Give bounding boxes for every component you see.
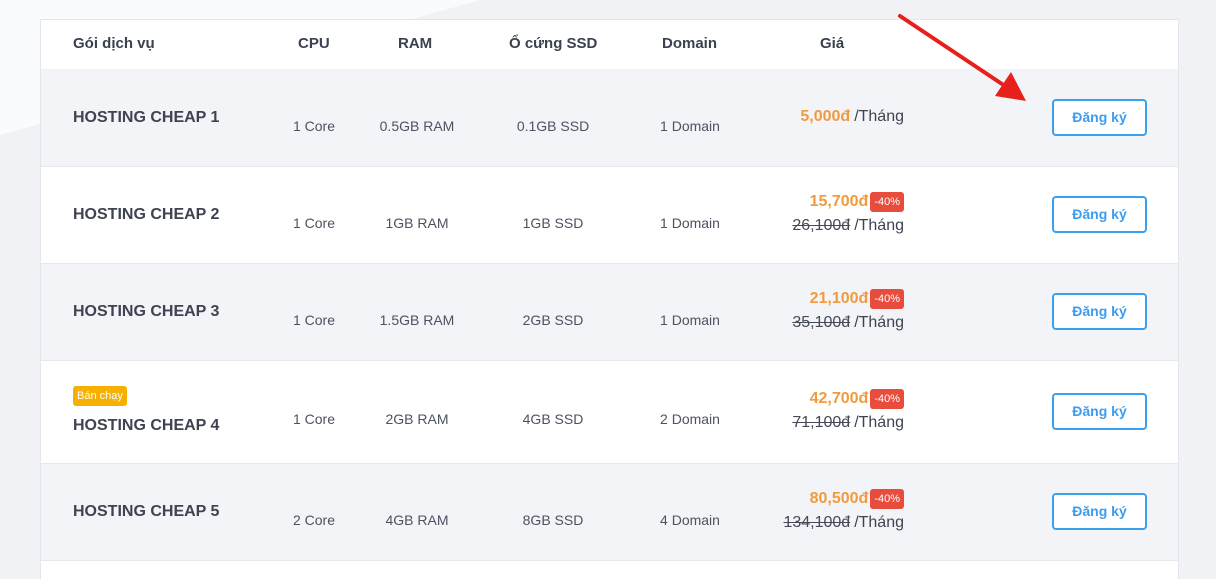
- price-box: 15,700đ -40% 26,100đ /Tháng: [792, 190, 904, 238]
- cpu-value: 1 Core: [292, 411, 336, 427]
- register-button[interactable]: Đăng ký: [1052, 493, 1147, 530]
- package-name: HOSTING CHEAP 3: [73, 303, 220, 320]
- price-unit: /Tháng: [854, 217, 904, 234]
- domain-value: 1 Domain: [660, 312, 720, 328]
- ssd-value: 8GB SSD: [522, 512, 584, 528]
- header-package: Gói dịch vụ: [73, 35, 155, 52]
- ram-value: 4GB RAM: [385, 512, 449, 528]
- domain-value: 1 Domain: [660, 118, 720, 134]
- register-button[interactable]: Đăng ký: [1052, 99, 1147, 136]
- price-current: 42,700đ: [809, 390, 869, 407]
- ram-value: 1.5GB RAM: [379, 312, 455, 328]
- table-row: HOSTING CHEAP 2 1 Core 1GB RAM 1GB SSD 1…: [41, 167, 1178, 264]
- price-unit: /Tháng: [854, 108, 904, 125]
- price-original: 134,100đ: [783, 514, 851, 531]
- table-row: Bán chạy HOSTING CHEAP 4 1 Core 2GB RAM …: [41, 361, 1178, 464]
- domain-value: 1 Domain: [660, 215, 720, 231]
- price-original: 71,100đ: [792, 414, 851, 431]
- price-box: 80,500đ -40% 134,100đ /Tháng: [783, 487, 904, 535]
- cpu-value: 2 Core: [292, 512, 336, 528]
- price-unit: /Tháng: [854, 414, 904, 431]
- price-current: 21,100đ: [809, 290, 869, 307]
- header-ram: RAM: [398, 35, 433, 52]
- discount-badge: -40%: [870, 489, 904, 509]
- table-row: HOSTING CHEAP 5 2 Core 4GB RAM 8GB SSD 4…: [41, 464, 1178, 561]
- discount-badge: -40%: [870, 192, 904, 212]
- ssd-value: 4GB SSD: [522, 411, 584, 427]
- price-current: 15,700đ: [809, 193, 869, 210]
- cpu-value: 1 Core: [292, 312, 336, 328]
- price-unit: /Tháng: [854, 514, 904, 531]
- register-button[interactable]: Đăng ký: [1052, 393, 1147, 430]
- price-original: 26,100đ: [792, 217, 851, 234]
- package-name: HOSTING CHEAP 4: [73, 417, 220, 434]
- price-box: 21,100đ -40% 35,100đ /Tháng: [792, 287, 904, 335]
- cpu-value: 1 Core: [292, 118, 336, 134]
- domain-value: 2 Domain: [660, 411, 720, 427]
- table-row: [41, 561, 1178, 579]
- ssd-value: 0.1GB SSD: [516, 118, 590, 134]
- package-name: HOSTING CHEAP 5: [73, 503, 220, 520]
- package-name: HOSTING CHEAP 2: [73, 206, 220, 223]
- register-button[interactable]: Đăng ký: [1052, 196, 1147, 233]
- best-seller-badge: Bán chạy: [73, 386, 127, 406]
- cpu-value: 1 Core: [292, 215, 336, 231]
- register-button[interactable]: Đăng ký: [1052, 293, 1147, 330]
- discount-badge: -40%: [870, 389, 904, 409]
- header-cpu: CPU: [298, 35, 330, 52]
- ram-value: 0.5GB RAM: [379, 118, 455, 134]
- price-original: 35,100đ: [792, 314, 851, 331]
- price-unit: /Tháng: [854, 314, 904, 331]
- header-ssd: Ổ cứng SSD: [509, 35, 598, 52]
- header-price: Giá: [820, 35, 845, 52]
- price-current: 80,500đ: [809, 490, 869, 507]
- price-current: 5,000đ: [800, 108, 851, 125]
- annotation-arrow-icon: [898, 14, 1026, 101]
- ssd-value: 1GB SSD: [522, 215, 584, 231]
- ram-value: 2GB RAM: [385, 411, 449, 427]
- table-row: HOSTING CHEAP 3 1 Core 1.5GB RAM 2GB SSD…: [41, 264, 1178, 361]
- price-box: 5,000đ /Tháng: [800, 105, 904, 129]
- domain-value: 4 Domain: [660, 512, 720, 528]
- ssd-value: 2GB SSD: [522, 312, 584, 328]
- ram-value: 1GB RAM: [385, 215, 449, 231]
- discount-badge: -40%: [870, 289, 904, 309]
- package-name: HOSTING CHEAP 1: [73, 109, 220, 126]
- price-box: 42,700đ -40% 71,100đ /Tháng: [792, 387, 904, 435]
- header-domain: Domain: [662, 35, 718, 52]
